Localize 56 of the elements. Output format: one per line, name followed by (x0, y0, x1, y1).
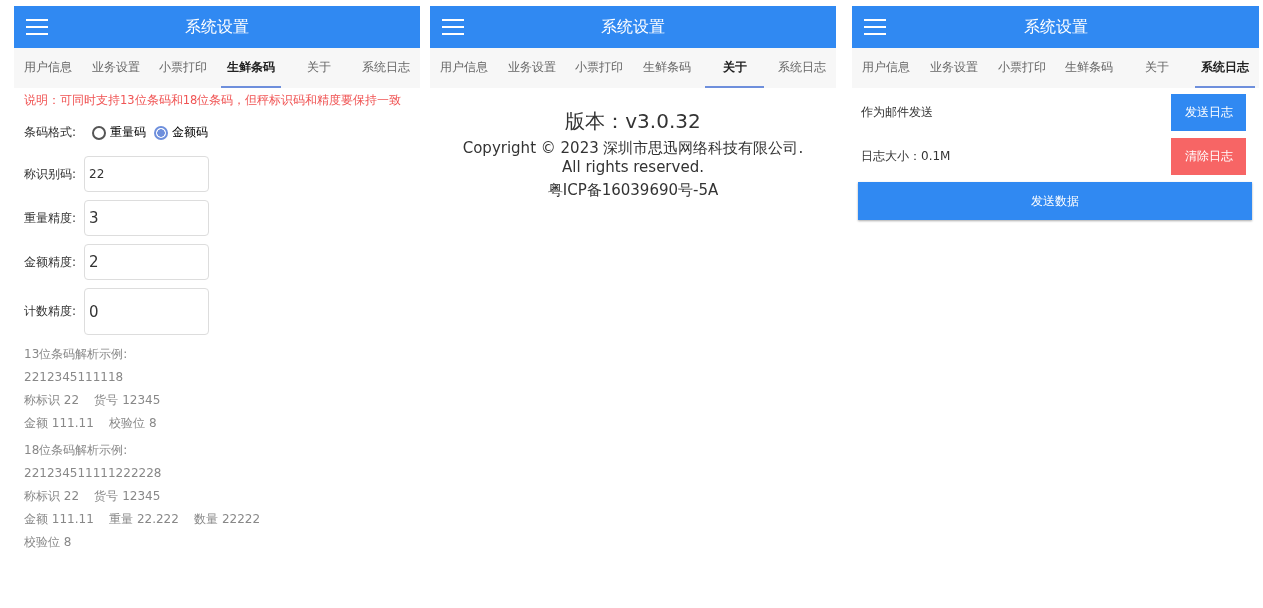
example-text: 称标识 22 货号 12345 (24, 392, 162, 409)
version-text: 版本：v3.0.32 (564, 108, 702, 135)
radio-icon[interactable] (154, 125, 168, 140)
header-title: 系统设置 (601, 16, 665, 38)
note-text: 说明：可同时支持13位条码和18位条码，但秤标识码和精度要保持一致 (24, 93, 403, 108)
tab[interactable]: 生鲜条码 (1059, 48, 1120, 88)
tab[interactable]: 关于 (288, 48, 349, 88)
tab[interactable]: 生鲜条码 (221, 48, 281, 88)
tab[interactable]: 系统日志 (356, 48, 417, 88)
example-text: 2212345111118 (24, 369, 125, 386)
tab[interactable]: 关于 (1127, 48, 1188, 88)
log-button[interactable]: 发送日志 (1171, 94, 1246, 131)
menu-icon[interactable] (26, 19, 48, 35)
input-field[interactable]: 2 (84, 244, 209, 280)
tab[interactable]: 用户信息 (856, 48, 916, 88)
log-button[interactable]: 清除日志 (1171, 138, 1246, 175)
field-label: 金额精度: (24, 253, 78, 271)
radio-option[interactable]: 重量码 (92, 124, 146, 141)
tab[interactable]: 小票打印 (569, 48, 629, 88)
tab[interactable]: 用户信息 (18, 48, 78, 88)
tab[interactable]: 用户信息 (434, 48, 494, 88)
example-text: 校验位 8 (24, 534, 73, 551)
input-field[interactable]: 22 (84, 156, 209, 192)
example-text: 金额 111.11 重量 22.222 数量 22222 (24, 511, 262, 528)
example-text: 18位条码解析示例: (24, 442, 129, 459)
field-label: 计数精度: (24, 303, 78, 320)
log-label: 日志大小：0.1M (861, 148, 951, 165)
input-field[interactable]: 3 (84, 200, 209, 236)
example-text: 金额 111.11 校验位 8 (24, 415, 158, 432)
example-text: 13位条码解析示例: (24, 346, 129, 363)
tab[interactable]: 生鲜条码 (637, 48, 697, 88)
example-text: 称标识 22 货号 12345 (24, 488, 162, 505)
copyright-text: Copyright © 2023 深圳市思迅网络科技有限公司. (461, 139, 805, 158)
tab[interactable]: 业务设置 (923, 48, 984, 88)
tab[interactable]: 小票打印 (153, 48, 213, 88)
example-text: 221234511111222228 (24, 465, 163, 482)
send-data-button[interactable]: 发送数据 (858, 182, 1252, 220)
tab[interactable]: 系统日志 (1195, 48, 1255, 88)
tab[interactable]: 关于 (704, 48, 765, 88)
format-label: 条码格式: (24, 124, 78, 141)
field-label: 重量精度: (24, 209, 78, 227)
tab[interactable]: 业务设置 (85, 48, 146, 88)
tab[interactable]: 业务设置 (501, 48, 562, 88)
field-label: 称识别码: (24, 165, 78, 183)
icp-text: 粤ICP备16039690号-5A (546, 181, 720, 200)
tab[interactable]: 系统日志 (772, 48, 833, 88)
header-title: 系统设置 (1023, 16, 1088, 38)
menu-icon[interactable] (442, 19, 464, 35)
radio-option[interactable]: 金额码 (154, 124, 208, 141)
input-field[interactable]: 0 (84, 288, 209, 335)
menu-icon[interactable] (864, 19, 886, 35)
header-title: 系统设置 (185, 16, 249, 38)
log-label: 作为邮件发送 (861, 104, 933, 121)
copyright-text: All rights reserved. (561, 158, 705, 176)
radio-icon[interactable] (92, 125, 106, 140)
tab[interactable]: 小票打印 (991, 48, 1052, 88)
